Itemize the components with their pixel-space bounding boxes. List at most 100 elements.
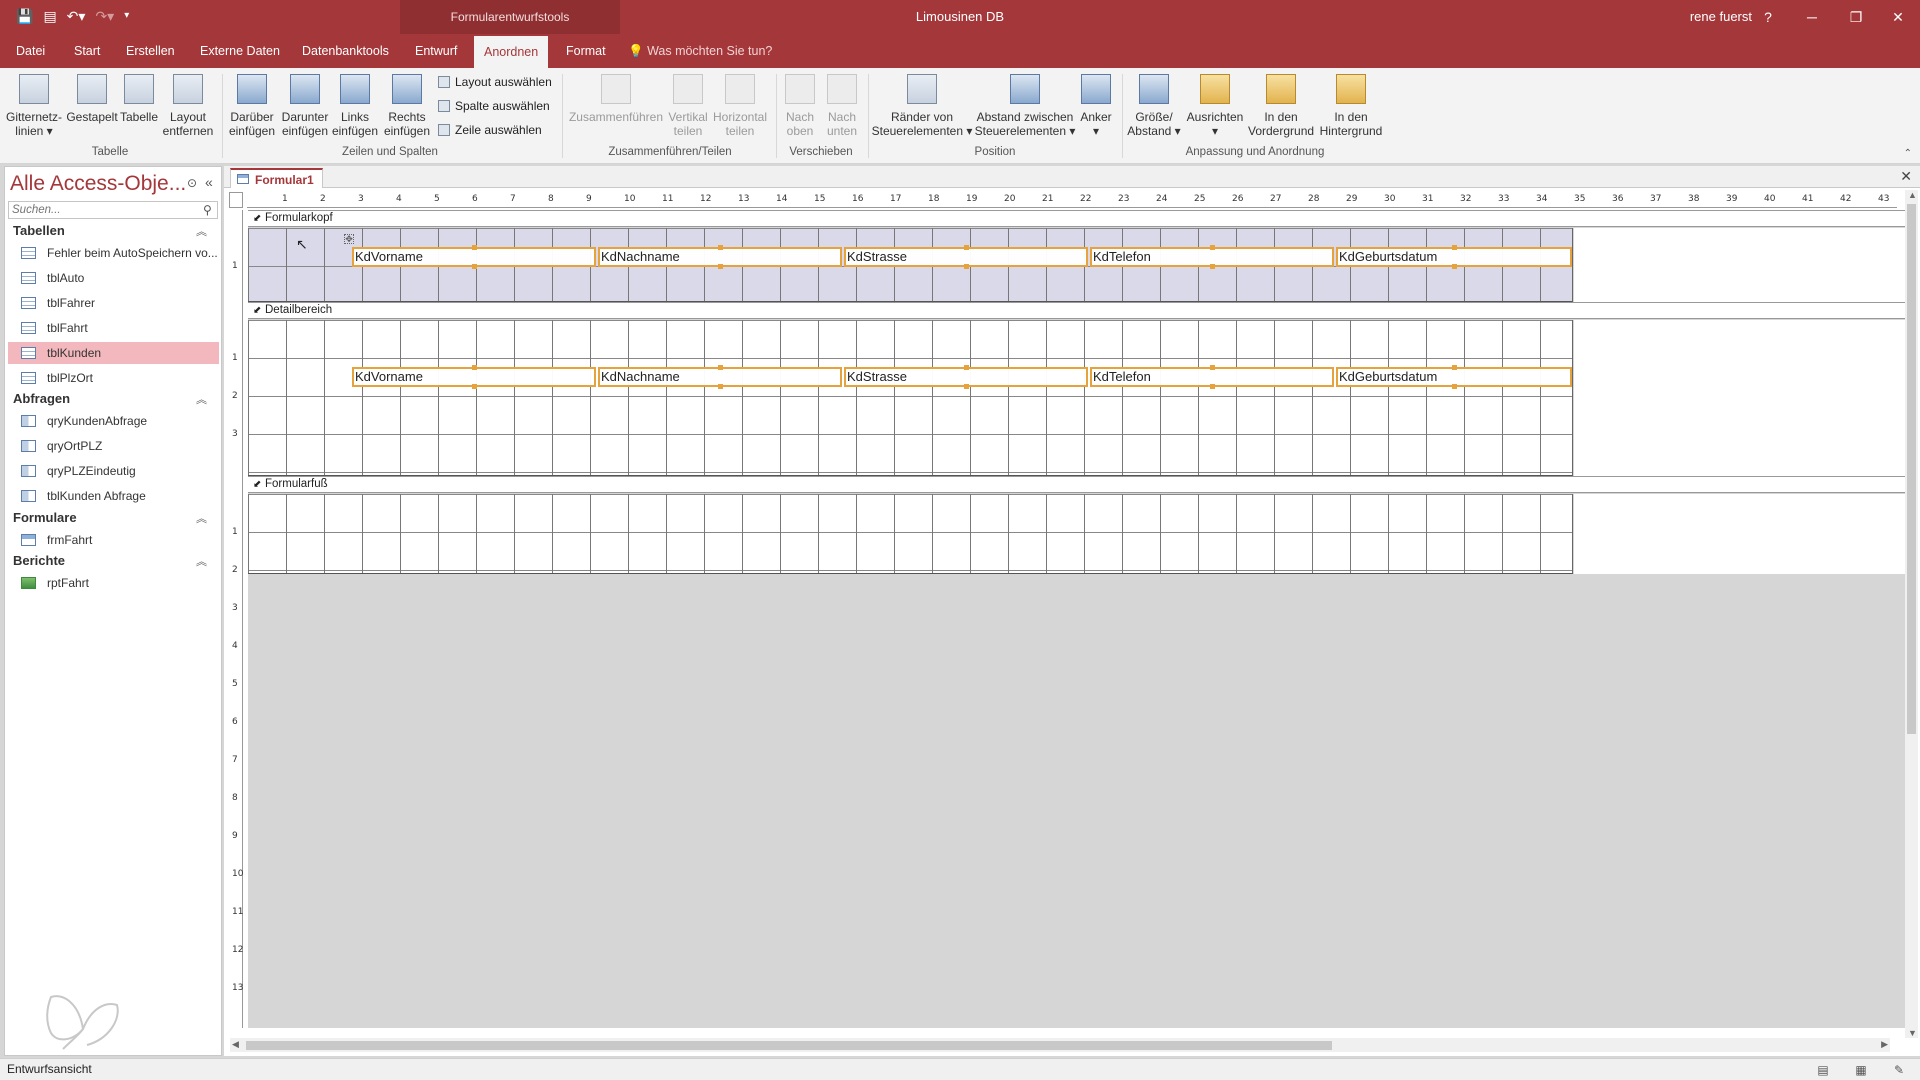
layout-selector-icon[interactable]: ✥ xyxy=(344,234,354,244)
remove-layout-button[interactable]: Layout entfernen xyxy=(160,74,216,138)
design-view-icon[interactable]: ✎ xyxy=(1888,1061,1910,1079)
nav-item-query[interactable]: qryOrtPLZ xyxy=(8,435,219,457)
tab-erstellen[interactable]: Erstellen xyxy=(116,34,185,68)
horizontal-scroll-thumb[interactable] xyxy=(246,1041,1332,1050)
align-button[interactable]: Ausrichten ▾ xyxy=(1184,74,1246,138)
split-horizontal-button[interactable]: Horizontal teilen xyxy=(712,74,768,138)
move-up-button[interactable]: Nach oben xyxy=(780,74,820,138)
nav-item-table[interactable]: tblPlzOrt xyxy=(8,367,219,389)
anchor-button[interactable]: Anker ▾ xyxy=(1076,74,1116,138)
collapse-group-icon[interactable]: ︽ xyxy=(196,391,207,407)
minimize-button[interactable]: ─ xyxy=(1792,0,1832,34)
label-kdstrasse[interactable]: KdStrasse xyxy=(844,245,1088,269)
stacked-button[interactable]: Gestapelt xyxy=(64,74,120,124)
scroll-left-icon[interactable]: ◀ xyxy=(232,1039,239,1050)
textbox-kdnachname[interactable]: KdNachname xyxy=(598,365,842,389)
nav-group-abfragen[interactable]: Abfragen ︽ xyxy=(13,391,213,406)
nav-item-query[interactable]: qryPLZEindeutig xyxy=(8,460,219,482)
resize-handle[interactable] xyxy=(1452,245,1457,250)
control-margins-button[interactable]: Ränder von Steuerelementen ▾ xyxy=(870,74,974,138)
nav-item-report[interactable]: rptFahrt xyxy=(8,572,219,594)
nav-item-table[interactable]: Fehler beim AutoSpeichern vo... xyxy=(8,242,219,264)
resize-handle[interactable] xyxy=(718,245,723,250)
tab-datenbanktools[interactable]: Datenbanktools xyxy=(292,34,399,68)
collapse-ribbon-icon[interactable]: ⌃ xyxy=(1904,148,1912,159)
nav-item-table[interactable]: tblFahrer xyxy=(8,292,219,314)
section-bar-detailbereich[interactable]: ⬋ Detailbereich xyxy=(248,302,1905,319)
resize-handle[interactable] xyxy=(472,264,477,269)
nav-item-query[interactable]: qryKundenAbfrage xyxy=(8,410,219,432)
resize-handle[interactable] xyxy=(718,365,723,370)
resize-handle[interactable] xyxy=(964,245,969,250)
close-button[interactable]: ✕ xyxy=(1878,0,1918,34)
collapse-group-icon[interactable]: ︽ xyxy=(196,223,207,239)
restore-button[interactable]: ❐ xyxy=(1836,0,1876,34)
tab-format[interactable]: Format xyxy=(556,34,616,68)
redo-icon[interactable]: ↷▾ xyxy=(95,6,114,26)
resize-handle[interactable] xyxy=(1210,245,1215,250)
vertical-scroll-thumb[interactable] xyxy=(1907,204,1916,734)
form-selector[interactable] xyxy=(229,192,243,208)
close-document-icon[interactable]: ✕ xyxy=(1900,168,1912,185)
form-footer-section[interactable] xyxy=(248,494,1573,574)
customize-qat-icon[interactable]: ▾ xyxy=(124,6,129,26)
resize-handle[interactable] xyxy=(964,365,969,370)
nav-group-berichte[interactable]: Berichte ︽ xyxy=(13,553,213,568)
insert-above-button[interactable]: Darüber einfügen xyxy=(226,74,278,138)
horizontal-ruler[interactable]: 1 2 3 4 5 6 7 8 9 10 11 12 13 14 15 16 17 18 19 20 21 22 23 24 2… xyxy=(247,192,1897,208)
collapse-group-icon[interactable]: ︽ xyxy=(196,553,207,569)
insert-right-button[interactable]: Rechts einfügen xyxy=(380,74,434,138)
select-layout-button[interactable]: Layout auswählen xyxy=(438,74,552,90)
label-kdnachname[interactable]: KdNachname xyxy=(598,245,842,269)
form-view-icon[interactable]: ▤ xyxy=(43,6,56,26)
label-kdtelefon[interactable]: KdTelefon xyxy=(1090,245,1334,269)
section-bar-formularfuss[interactable]: ⬋ Formularfuß xyxy=(248,476,1905,493)
vertical-ruler[interactable]: 1 1 2 3 1 2 3 4 5 6 7 8 9 10 11 12 13 xyxy=(229,210,243,1028)
undo-icon[interactable]: ↶▾ xyxy=(67,6,86,26)
textbox-kdgeburtsdatum[interactable]: KdGeburtsdatum xyxy=(1336,365,1572,389)
tab-externe-daten[interactable]: Externe Daten xyxy=(190,34,290,68)
resize-handle[interactable] xyxy=(472,384,477,389)
move-down-button[interactable]: Nach unten xyxy=(822,74,862,138)
select-row-button[interactable]: Zeile auswählen xyxy=(438,122,542,138)
detail-section[interactable] xyxy=(248,320,1573,476)
label-kdgeburtsdatum[interactable]: KdGeburtsdatum xyxy=(1336,245,1572,269)
search-icon[interactable]: ⚲ xyxy=(203,203,212,217)
label-kdvorname[interactable]: KdVorname xyxy=(352,245,596,269)
resize-handle[interactable] xyxy=(1452,384,1457,389)
nav-group-tabellen[interactable]: Tabellen ︽ xyxy=(13,223,213,238)
nav-item-table[interactable]: tblAuto xyxy=(8,267,219,289)
select-column-button[interactable]: Spalte auswählen xyxy=(438,98,550,114)
resize-handle[interactable] xyxy=(718,384,723,389)
tab-datei[interactable]: Datei xyxy=(6,34,55,68)
nav-collapse-icon[interactable]: « xyxy=(205,174,213,190)
nav-menu-chevron-icon[interactable]: ⊙ xyxy=(187,176,197,190)
control-padding-button[interactable]: Abstand zwischen Steuerelementen ▾ xyxy=(974,74,1076,138)
send-to-back-button[interactable]: In den Hintergrund xyxy=(1316,74,1386,138)
nav-item-query[interactable]: tblKunden Abfrage xyxy=(8,485,219,507)
section-bar-formularkopf[interactable]: ⬋ Formularkopf xyxy=(248,210,1905,227)
scroll-down-icon[interactable]: ▼ xyxy=(1908,1028,1917,1038)
resize-handle[interactable] xyxy=(1452,365,1457,370)
layout-view-icon[interactable]: ▦ xyxy=(1850,1061,1872,1079)
insert-left-button[interactable]: Links einfügen xyxy=(330,74,380,138)
resize-handle[interactable] xyxy=(1210,264,1215,269)
gridlines-button[interactable]: Gitternetz- linien ▾ xyxy=(4,74,64,138)
horizontal-scrollbar[interactable]: ◀ ▶ xyxy=(230,1038,1890,1052)
collapse-group-icon[interactable]: ︽ xyxy=(196,510,207,526)
scroll-right-icon[interactable]: ▶ xyxy=(1881,1039,1888,1050)
size-spacing-button[interactable]: Größe/ Abstand ▾ xyxy=(1124,74,1184,138)
help-button[interactable]: ? xyxy=(1748,0,1788,34)
tabular-button[interactable]: Tabelle xyxy=(118,74,160,124)
resize-handle[interactable] xyxy=(1452,264,1457,269)
insert-below-button[interactable]: Darunter einfügen xyxy=(278,74,332,138)
scroll-up-icon[interactable]: ▲ xyxy=(1908,190,1917,200)
resize-handle[interactable] xyxy=(1210,384,1215,389)
vertical-scrollbar[interactable]: ▲ ▼ xyxy=(1905,190,1918,1038)
user-name[interactable]: rene fuerst xyxy=(1690,0,1752,34)
textbox-kdtelefon[interactable]: KdTelefon xyxy=(1090,365,1334,389)
bring-to-front-button[interactable]: In den Vordergrund xyxy=(1248,74,1314,138)
resize-handle[interactable] xyxy=(472,365,477,370)
nav-item-table[interactable]: tblFahrt xyxy=(8,317,219,339)
textbox-kdstrasse[interactable]: KdStrasse xyxy=(844,365,1088,389)
